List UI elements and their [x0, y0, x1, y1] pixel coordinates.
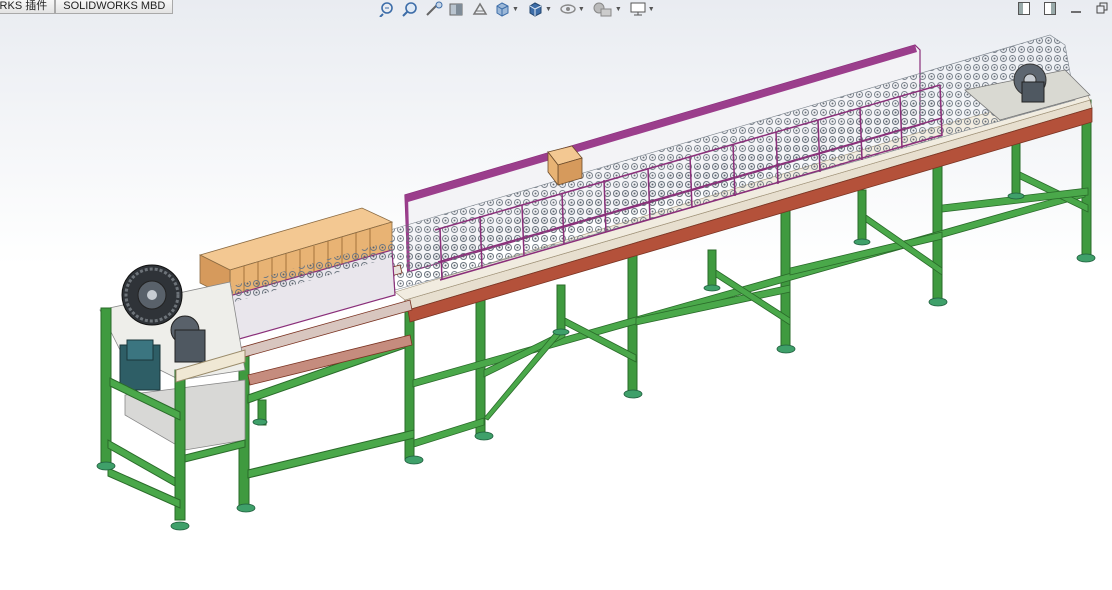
graphics-area-conveyor-assembly[interactable] — [0, 0, 1112, 590]
chain-conveyor — [389, 34, 1076, 291]
top-housing-box — [547, 145, 583, 187]
